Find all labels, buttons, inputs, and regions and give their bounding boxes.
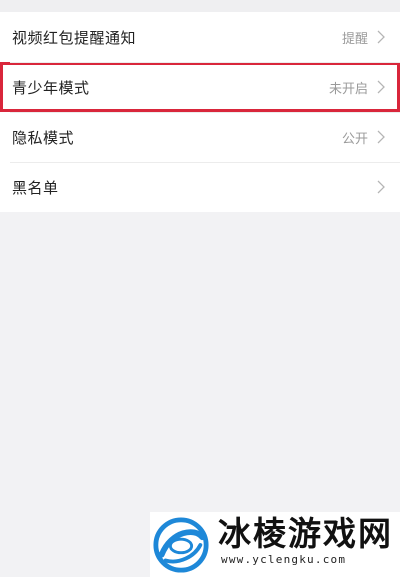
chevron-right-icon <box>374 180 388 194</box>
row-value: 提醒 <box>341 31 368 47</box>
settings-screen: 视频红包提醒通知 提醒 青少年模式 未开启 隐私模式 公开 黑名单 冰棱游戏网 … <box>0 0 400 577</box>
row-label: 隐私模式 <box>12 128 75 147</box>
top-strip <box>0 0 400 12</box>
settings-row-privacy-mode[interactable]: 隐私模式 公开 <box>0 112 400 162</box>
chevron-right-icon <box>374 130 388 144</box>
watermark: 冰棱游戏网 www.yclengku.com <box>150 512 400 577</box>
chevron-right-icon <box>374 80 388 94</box>
settings-row-blacklist[interactable]: 黑名单 <box>0 162 400 212</box>
watermark-title: 冰棱游戏网 <box>218 514 393 553</box>
settings-row-video-red-packet[interactable]: 视频红包提醒通知 提醒 <box>0 12 400 62</box>
row-label: 黑名单 <box>12 178 59 197</box>
settings-list: 视频红包提醒通知 提醒 青少年模式 未开启 隐私模式 公开 黑名单 <box>0 12 400 212</box>
chevron-right-icon <box>374 30 388 44</box>
settings-row-teen-mode[interactable]: 青少年模式 未开启 <box>0 62 400 112</box>
row-label: 青少年模式 <box>12 78 90 97</box>
watermark-url: www.yclengku.com <box>221 553 347 566</box>
swirl-logo-icon <box>153 516 209 573</box>
row-label: 视频红包提醒通知 <box>12 28 137 47</box>
row-value: 公开 <box>341 131 368 147</box>
watermark-text: 冰棱游戏网 www.yclengku.com <box>218 514 393 566</box>
row-value: 未开启 <box>328 81 368 97</box>
